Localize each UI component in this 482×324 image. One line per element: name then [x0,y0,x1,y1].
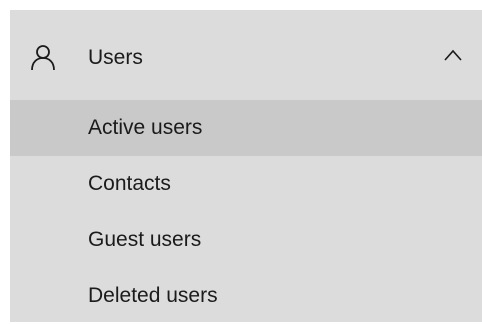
nav-item-contacts[interactable]: Contacts [10,156,482,212]
nav-item-active-users[interactable]: Active users [10,100,482,156]
nav-group-label: Users [88,46,143,69]
navigation-panel: Users Active users Contacts Guest users … [10,10,482,322]
nav-item-label: Guest users [88,228,202,251]
nav-item-label: Deleted users [88,284,218,307]
nav-item-deleted-users[interactable]: Deleted users [10,268,482,324]
nav-item-label: Contacts [88,172,171,195]
chevron-up-icon[interactable] [444,48,462,62]
user-icon [31,45,55,70]
nav-item-guest-users[interactable]: Guest users [10,212,482,268]
nav-group-users[interactable]: Users [10,10,482,100]
nav-item-label: Active users [88,116,203,139]
